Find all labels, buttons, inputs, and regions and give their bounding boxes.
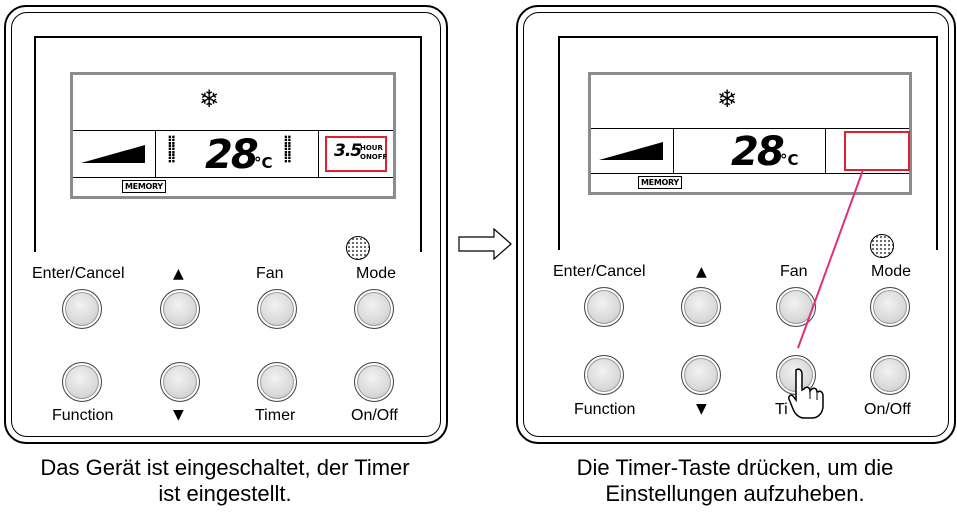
mode-button[interactable] — [354, 289, 394, 329]
timer-button[interactable] — [257, 362, 297, 402]
airflow-left-icon: ⠿ ⠿ ⠿ — [167, 134, 177, 166]
left-caption: Das Gerät ist eingeschaltet, der Timer i… — [40, 455, 410, 506]
up-button[interactable] — [681, 287, 721, 327]
triangle-up-icon: ▲ — [173, 266, 184, 282]
right-caption: Die Timer-Taste drücken, um die Einstell… — [576, 455, 894, 506]
function-label: Function — [52, 407, 114, 424]
cancel-label: Cancel — [595, 263, 646, 280]
down-button[interactable] — [681, 355, 721, 395]
lcd-separator — [155, 131, 156, 177]
temperature-unit: °C — [780, 151, 799, 169]
timer-label: Timer — [255, 407, 296, 424]
mode-label: Mode — [356, 265, 397, 282]
memory-indicator: MEMORY — [638, 176, 682, 189]
snowflake-icon: ❄ — [199, 85, 220, 113]
triangle-up-icon: ▲ — [696, 264, 707, 280]
lcd-separator — [318, 131, 319, 177]
onoff-label: On/Off — [864, 401, 911, 418]
ir-sensor-icon — [870, 234, 894, 258]
enter-label: Enter/ — [32, 265, 75, 282]
cancel-label: Cancel — [74, 265, 125, 282]
pointing-hand-icon — [788, 368, 824, 419]
enter-cancel-button[interactable] — [62, 289, 102, 329]
snowflake-icon: ❄ — [717, 85, 738, 113]
timer-hour-label: HOUR — [360, 144, 383, 152]
timer-onoff-label: ONOFF — [360, 153, 388, 161]
temperature-display: 28 — [205, 132, 259, 178]
onoff-label: On/Off — [351, 407, 398, 424]
mode-label: Mode — [871, 263, 912, 280]
lcd-status-row: ⠿ ⠿ ⠿ 28 °C ⠿ ⠿ ⠿ 3.5 HOUR ONOFF — [73, 130, 393, 178]
remote-controller-right: ❄ 28 °C MEMORY Enter/Cancel ▲ Fan Mode F… — [516, 5, 956, 444]
enter-label: Enter/ — [553, 263, 596, 280]
display-housing-gap — [166, 248, 303, 250]
lcd-status-row: 28 °C — [591, 128, 910, 175]
right-arrow-icon — [458, 227, 512, 261]
memory-indicator: MEMORY — [122, 180, 166, 193]
function-button[interactable] — [584, 355, 624, 395]
display-housing-gap — [680, 246, 820, 248]
enter-cancel-label: Enter/Cancel — [553, 263, 646, 281]
up-button[interactable] — [160, 289, 200, 329]
function-button[interactable] — [62, 362, 102, 402]
lcd-display: ❄ ⠿ ⠿ ⠿ 28 °C ⠿ ⠿ ⠿ 3.5 HOUR ONOFF MEMORY — [70, 72, 396, 199]
triangle-down-icon: ▼ — [173, 407, 184, 423]
triangle-down-icon: ▼ — [696, 401, 707, 417]
fan-speed-bar-icon — [599, 142, 663, 160]
temperature-unit: °C — [254, 154, 273, 172]
lcd-separator — [825, 129, 826, 173]
remote-controller-left: ❄ ⠿ ⠿ ⠿ 28 °C ⠿ ⠿ ⠿ 3.5 HOUR ONOFF MEMORY En… — [4, 5, 448, 444]
mode-button[interactable] — [870, 287, 910, 327]
fan-speed-bar-icon — [81, 145, 145, 163]
fan-label: Fan — [256, 265, 284, 282]
lcd-separator — [673, 129, 674, 173]
ir-sensor-icon — [346, 236, 370, 260]
airflow-right-icon: ⠿ ⠿ ⠿ — [283, 134, 293, 166]
fan-button[interactable] — [776, 287, 816, 327]
lcd-display: ❄ 28 °C MEMORY — [588, 72, 912, 195]
onoff-button[interactable] — [870, 355, 910, 395]
timer-display-empty — [844, 131, 910, 171]
enter-cancel-label: Enter/Cancel — [32, 265, 125, 283]
fan-label: Fan — [780, 263, 808, 280]
onoff-button[interactable] — [354, 362, 394, 402]
timer-value: 3.5 — [334, 141, 362, 161]
enter-cancel-button[interactable] — [584, 287, 624, 327]
fan-button[interactable] — [257, 289, 297, 329]
down-button[interactable] — [160, 362, 200, 402]
temperature-display: 28 — [731, 129, 785, 175]
function-label: Function — [574, 401, 636, 418]
timer-display: 3.5 HOUR ONOFF — [325, 136, 387, 172]
